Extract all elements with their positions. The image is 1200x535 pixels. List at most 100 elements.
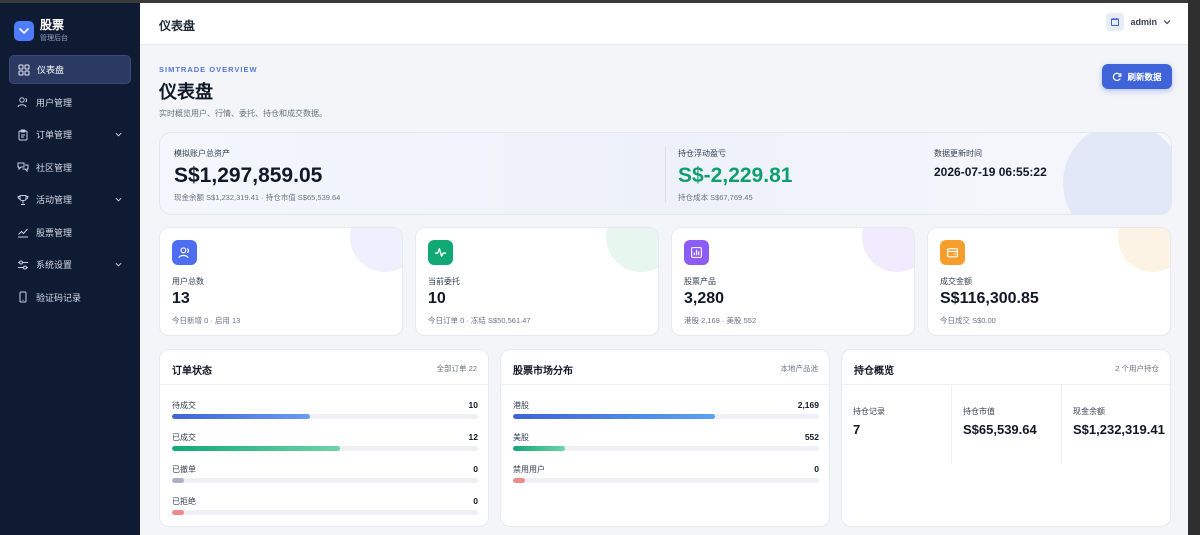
bar-label: 已撤单: [172, 465, 196, 474]
window-frame-right: [1188, 0, 1200, 535]
total-assets-value: S$1,297,859.05: [174, 164, 323, 187]
trophy-icon: [17, 194, 29, 205]
sidebar-item-community[interactable]: 社区管理: [9, 153, 131, 182]
stat-card-products[interactable]: 股票产品 3,280 港股 2,169 · 美股 552: [671, 227, 915, 336]
panel-meta: 全部订单 22: [436, 364, 477, 373]
bar-row: 港股 2,169: [513, 400, 819, 419]
sidebar-item-users[interactable]: 用户管理: [9, 88, 131, 117]
panel-title: 持仓概览: [854, 366, 894, 377]
progress-fill: [172, 414, 310, 419]
sidebar-item-label: 验证码记录: [36, 292, 82, 303]
window-frame-top: [0, 0, 1200, 3]
progress-track: [172, 510, 478, 515]
bar-value: 0: [814, 464, 819, 474]
stat-card-trade-volume[interactable]: 成交金额 S$116,300.85 今日成交 S$0.00: [927, 227, 1171, 336]
refresh-icon: [1113, 72, 1122, 81]
sidebar-item-activities[interactable]: 活动管理: [9, 185, 131, 214]
total-assets-label: 模拟账户总资产: [174, 149, 230, 158]
brand-title: 股票: [40, 18, 65, 32]
avatar: [1106, 13, 1125, 31]
update-time-label: 数据更新时间: [934, 149, 982, 158]
order-status-panel: 订单状态 全部订单 22 待成交 10 已成交 12 已撤单 0 已拒绝 0: [159, 349, 489, 527]
stat-label: 用户总数: [172, 277, 204, 286]
total-assets-breakdown: 现金余额 S$1,232,319.41 · 持仓市值 S$65,539.64: [174, 193, 341, 202]
holdings-records: 持仓记录 7: [842, 385, 952, 464]
main-content: SIMTRADE OVERVIEW 仪表盘 实时概览用户、行情、委托、持仓和成交…: [140, 46, 1188, 535]
progress-track: [172, 414, 478, 419]
brand[interactable]: 股票 管理后台: [0, 3, 140, 47]
chevron-down-icon[interactable]: [115, 196, 122, 203]
holdings-value: S$65,539.64: [963, 422, 1037, 437]
progress-fill: [172, 446, 341, 451]
update-time-value: 2026-07-19 06:55:22: [934, 165, 1047, 179]
account-overview-card: 模拟账户总资产 S$1,297,859.05 现金余额 S$1,232,319.…: [159, 132, 1172, 215]
position-cost: 持仓成本 S$67,769.45: [678, 193, 753, 202]
stat-label: 当前委托: [428, 277, 460, 286]
bar-row: 已拒绝 0: [172, 496, 478, 515]
panel-header: 订单状态 全部订单 22: [160, 350, 488, 385]
panel-title: 订单状态: [172, 366, 212, 377]
progress-fill: [513, 478, 526, 483]
bar-value: 12: [468, 432, 478, 442]
bar-value: 2,169: [797, 400, 819, 410]
sidebar-item-verification-codes[interactable]: 验证码记录: [9, 283, 131, 312]
sidebar-item-orders[interactable]: 订单管理: [9, 120, 131, 149]
progress-track: [513, 478, 819, 483]
header-title: 仪表盘: [159, 19, 196, 33]
brand-subtitle: 管理后台: [40, 35, 68, 42]
page-overline: SIMTRADE OVERVIEW: [159, 65, 258, 74]
holdings-market-value: 持仓市值 S$65,539.64: [952, 385, 1062, 464]
panel-header: 持仓概览 2 个用户持仓: [842, 350, 1170, 385]
chevron-down-icon[interactable]: [115, 261, 122, 268]
sidebar-item-dashboard[interactable]: 仪表盘: [9, 55, 131, 84]
sidebar-item-settings[interactable]: 系统设置: [9, 250, 131, 279]
chart-icon: [18, 228, 28, 238]
market-distribution-panel: 股票市场分布 本地产品池 港股 2,169 美股 552 禁用用户 0: [500, 349, 830, 527]
bar-label: 港股: [513, 401, 529, 410]
bar-row: 已撤单 0: [172, 464, 478, 483]
wallet-icon: [940, 240, 965, 265]
holdings-cash-balance: 现金余额 S$1,232,319.41: [1062, 385, 1170, 464]
floating-pnl-label: 持仓浮动盈亏: [678, 149, 726, 158]
stat-card-orders[interactable]: 当前委托 10 今日订单 0 · 冻结 S$50,561.47: [415, 227, 659, 336]
sidebar: 股票 管理后台 仪表盘 用户管理 订单管理 社区管理 活动管理 股票管理 系统设…: [0, 3, 140, 535]
activity-icon: [428, 240, 453, 265]
chevron-down-icon[interactable]: [1163, 18, 1171, 26]
progress-fill: [172, 478, 185, 483]
bar-value: 0: [473, 496, 478, 506]
user-menu[interactable]: admin: [1106, 13, 1171, 31]
progress-fill: [172, 510, 185, 515]
data-update-time: 数据更新时间 2026-07-19 06:55:22: [934, 148, 1047, 179]
bar-row: 待成交 10: [172, 400, 478, 419]
holdings-value: 7: [853, 422, 861, 437]
users-icon: [172, 240, 197, 265]
sidebar-item-label: 系统设置: [36, 260, 73, 270]
user-name: admin: [1130, 17, 1157, 27]
user-avatar-icon: [1111, 18, 1120, 26]
sidebar-item-label: 仪表盘: [37, 65, 65, 75]
chat-icon: [17, 162, 29, 173]
stat-label: 成交金额: [940, 277, 972, 286]
bar-row: 美股 552: [513, 432, 819, 451]
panel-meta: 本地产品池: [780, 364, 819, 373]
decorative-circle: [862, 228, 914, 272]
progress-fill: [513, 414, 715, 419]
holdings-label: 持仓市值: [963, 407, 995, 416]
divider: [665, 147, 666, 203]
decorative-circle: [1063, 133, 1171, 214]
bar-label: 美股: [513, 433, 529, 442]
stat-value: 13: [172, 290, 190, 307]
stat-card-users[interactable]: 用户总数 13 今日新增 0 · 启用 13: [159, 227, 403, 336]
refresh-button[interactable]: 刷新数据: [1102, 64, 1172, 89]
sidebar-item-stocks[interactable]: 股票管理: [9, 218, 131, 247]
chevron-down-icon[interactable]: [115, 131, 122, 138]
progress-track: [513, 446, 819, 451]
stat-value: 3,280: [684, 290, 725, 307]
stat-subtext: 今日新增 0 · 启用 13: [172, 316, 241, 325]
progress-track: [172, 478, 478, 483]
decorative-circle: [606, 228, 658, 272]
sidebar-item-label: 用户管理: [36, 97, 73, 108]
stat-subtext: 今日订单 0 · 冻结 S$50,561.47: [428, 316, 531, 325]
sidebar-nav: 仪表盘 用户管理 订单管理 社区管理 活动管理 股票管理 系统设置 验证码记录: [0, 55, 140, 312]
holdings-label: 持仓记录: [853, 407, 885, 416]
